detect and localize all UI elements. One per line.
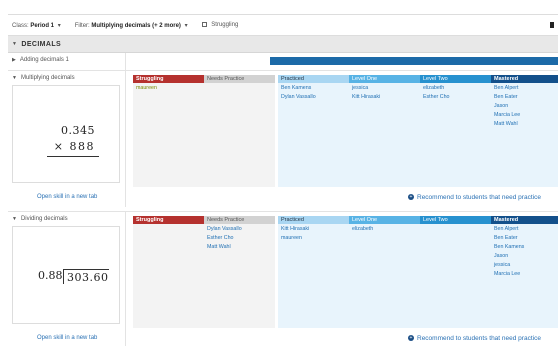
section-header[interactable]: ▼ DECIMALS bbox=[8, 36, 558, 53]
progress-bar bbox=[270, 57, 558, 65]
recommend-button[interactable]: + Recommend to students that need practic… bbox=[408, 194, 541, 201]
student-name[interactable]: Ben Alpert bbox=[494, 225, 555, 234]
multiplication-problem: 0.345 × 888 bbox=[13, 86, 121, 184]
toolbar: Class: Period 1 ▾ Filter: Multiplying de… bbox=[8, 14, 558, 36]
student-name[interactable]: maureen bbox=[136, 84, 201, 93]
column-header[interactable]: Mastered bbox=[491, 216, 558, 224]
student-name[interactable]: Kitt Hirasaki bbox=[281, 225, 346, 234]
plus-circle-icon: + bbox=[408, 335, 414, 342]
column-mastered: Mastered Ben Alpert Ben Eater Ben Kamens… bbox=[491, 216, 558, 328]
student-name[interactable]: Matt Wahl bbox=[207, 243, 272, 252]
column-level-one: Level One jessica Kitt Hirasaki bbox=[349, 75, 420, 187]
problem-top-number: 0.345 bbox=[61, 124, 95, 137]
student-name[interactable]: Ben Eater bbox=[494, 93, 555, 102]
plus-circle-icon: + bbox=[408, 194, 414, 201]
student-name[interactable]: maureen bbox=[281, 234, 346, 243]
expand-triangle-icon: ▶ bbox=[12, 57, 16, 63]
column-header[interactable]: Level Two bbox=[420, 216, 491, 224]
column-header[interactable]: Mastered bbox=[491, 75, 558, 83]
struggling-label: Struggling bbox=[211, 22, 239, 29]
column-header[interactable]: Practiced bbox=[278, 75, 349, 83]
filter-selector[interactable]: Filter: Multiplying decimals (+ 2 more) … bbox=[75, 22, 188, 29]
student-name[interactable]: Ben Kamens bbox=[494, 243, 555, 252]
student-name[interactable]: Esther Cho bbox=[207, 234, 272, 243]
student-name[interactable]: elizabeth bbox=[352, 225, 417, 234]
column-needs-practice: Needs Practice Dylan Vassallo Esther Cho… bbox=[204, 216, 275, 328]
column-header[interactable]: Needs Practice bbox=[204, 75, 275, 83]
student-name[interactable]: Marcia Lee bbox=[494, 111, 555, 120]
column-header[interactable]: Level One bbox=[349, 75, 420, 83]
recommend-button[interactable]: + Recommend to students that need practic… bbox=[408, 335, 541, 342]
student-name[interactable]: Dylan Vassallo bbox=[281, 93, 346, 102]
collapse-triangle-icon: ▼ bbox=[12, 216, 17, 222]
skill-row-multiplying-decimals: ▼ Multiplying decimals 0.345 × 888 Open s… bbox=[8, 71, 558, 207]
column-header[interactable]: Level One bbox=[349, 216, 420, 224]
student-grid: Struggling Needs Practice Dylan Vassallo… bbox=[125, 216, 558, 328]
student-name[interactable]: Jason bbox=[494, 102, 555, 111]
open-skill-link[interactable]: Open skill in a new tab bbox=[37, 194, 97, 200]
student-name[interactable]: Marcia Lee bbox=[494, 270, 555, 279]
student-name[interactable]: Ben Eater bbox=[494, 234, 555, 243]
class-selector[interactable]: Class: Period 1 ▾ bbox=[12, 22, 61, 29]
student-name[interactable]: Esther Cho bbox=[423, 93, 488, 102]
skill-row-dividing-decimals: ▼ Dividing decimals 0.88 303.60 Open skil… bbox=[8, 211, 558, 346]
skill-name[interactable]: ▼ Dividing decimals bbox=[12, 216, 68, 222]
filter-label: Filter: bbox=[74, 22, 90, 29]
student-name[interactable]: jessica bbox=[494, 261, 555, 270]
student-name[interactable]: Jason bbox=[494, 252, 555, 261]
column-header[interactable]: Struggling bbox=[133, 75, 204, 83]
problem-bottom-number: × 888 bbox=[53, 140, 95, 153]
class-value: Period 1 bbox=[30, 22, 55, 29]
chevron-down-icon: ▾ bbox=[57, 22, 61, 29]
column-header[interactable]: Level Two bbox=[420, 75, 491, 83]
column-practiced: Practiced Ben Kamens Dylan Vassallo bbox=[278, 75, 349, 187]
skill-preview: 0.88 303.60 bbox=[12, 226, 120, 324]
problem-dividend: 303.60 bbox=[63, 269, 109, 284]
checkbox-icon[interactable] bbox=[201, 21, 207, 27]
student-name[interactable]: Kitt Hirasaki bbox=[352, 93, 417, 102]
column-struggling: Struggling bbox=[133, 216, 204, 328]
division-problem: 0.88 303.60 bbox=[13, 227, 121, 325]
collapse-triangle-icon: ▼ bbox=[12, 75, 17, 81]
student-grid: Struggling maureen Needs Practice Practi… bbox=[125, 75, 558, 187]
column-struggling: Struggling maureen bbox=[133, 75, 204, 187]
class-label: Class: bbox=[12, 22, 29, 29]
student-name[interactable]: jessica bbox=[352, 84, 417, 93]
student-name[interactable]: Matt Wahl bbox=[494, 120, 555, 129]
open-skill-link[interactable]: Open skill in a new tab bbox=[37, 335, 97, 341]
skill-row-adding-decimals[interactable]: ▶ Adding decimals 1 bbox=[8, 53, 558, 71]
problem-divisor: 0.88 bbox=[38, 269, 63, 282]
skill-name[interactable]: ▼ Multiplying decimals bbox=[12, 75, 75, 81]
section-title: DECIMALS bbox=[21, 40, 62, 48]
column-needs-practice: Needs Practice bbox=[204, 75, 275, 187]
column-mastered: Mastered Ben Alpert Ben Eater Jason Marc… bbox=[491, 75, 558, 187]
skill-preview: 0.345 × 888 bbox=[12, 85, 120, 183]
column-practiced: Practiced Kitt Hirasaki maureen bbox=[278, 216, 349, 328]
top-margin bbox=[0, 0, 558, 14]
column-level-two: Level Two elizabeth Esther Cho bbox=[420, 75, 491, 187]
problem-rule bbox=[47, 156, 99, 157]
column-header[interactable]: Needs Practice bbox=[204, 216, 275, 224]
filter-value: Multiplying decimals (+ 2 more) bbox=[91, 22, 181, 29]
divider bbox=[125, 53, 126, 70]
student-name[interactable]: Ben Alpert bbox=[494, 84, 555, 93]
column-header[interactable]: Practiced bbox=[278, 216, 349, 224]
column-header[interactable]: Struggling bbox=[133, 216, 204, 224]
struggling-toggle[interactable]: Struggling bbox=[201, 21, 239, 29]
skill-name: ▶ Adding decimals 1 bbox=[12, 57, 69, 63]
column-level-two: Level Two bbox=[420, 216, 491, 328]
bookmark-icon[interactable] bbox=[550, 22, 554, 28]
student-name[interactable]: Ben Kamens bbox=[281, 84, 346, 93]
collapse-triangle-icon: ▼ bbox=[12, 41, 18, 47]
column-level-one: Level One elizabeth bbox=[349, 216, 420, 328]
student-name[interactable]: elizabeth bbox=[423, 84, 488, 93]
student-name[interactable]: Dylan Vassallo bbox=[207, 225, 272, 234]
chevron-down-icon: ▾ bbox=[184, 22, 188, 29]
